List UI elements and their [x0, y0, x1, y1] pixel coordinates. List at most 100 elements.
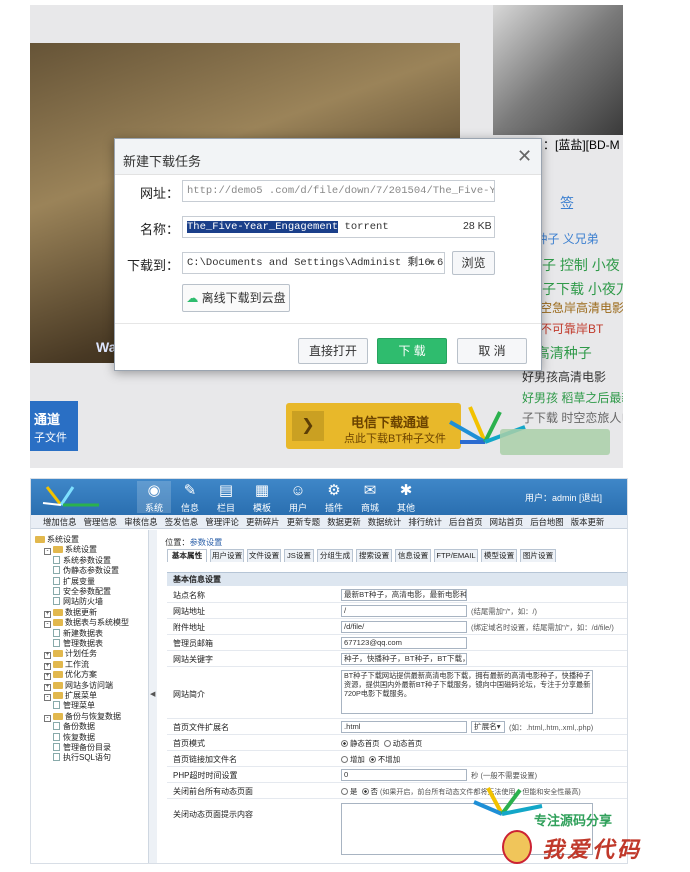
collapse-arrow-icon[interactable]: ◀ [150, 690, 155, 698]
quick-nav-item[interactable]: 审核信息 [124, 516, 158, 528]
quick-nav-item[interactable]: 管理评论 [205, 516, 239, 528]
static-index-radio[interactable] [341, 740, 348, 747]
sidebar-folder-item[interactable]: + 网站多访问端 [44, 680, 113, 691]
close-no-label: 否 [370, 787, 378, 796]
open-directly-button[interactable]: 直接打开 [298, 338, 368, 364]
sidebar-folder-item[interactable]: 系统设置 [35, 534, 79, 545]
dynamic-index-radio[interactable] [383, 740, 391, 747]
sidebar-folder-item[interactable]: - 数据表与系统模型 [44, 617, 129, 629]
add-filename-radio[interactable] [341, 756, 348, 763]
sidebar-folder-item[interactable]: + 数据更新 [44, 607, 97, 618]
nav-0-button[interactable]: ◉ 系统 [137, 481, 171, 513]
quick-nav-item[interactable]: 排行统计 [408, 516, 442, 528]
tab-4[interactable]: 分组生成 [317, 549, 353, 562]
static-index-label: 静态首页 [350, 739, 380, 748]
nav-5-button[interactable]: ⚙ 插件 [317, 481, 351, 513]
tab-1[interactable]: 用户设置 [210, 549, 244, 562]
close-yes-radio[interactable] [341, 788, 348, 795]
site-intro-textarea[interactable]: BT种子下载网站提供最新高清电影下载，拥有最新的高清电影种子，快播种子资源，提供… [341, 670, 593, 714]
sidebar-folder-item[interactable]: + 工作流 [44, 659, 89, 670]
offline-cloud-download-button[interactable]: ☁ 离线下载到云盘 [182, 284, 290, 312]
name-field[interactable]: The_Five-Year_Engagement torrent [182, 216, 495, 238]
tag-link[interactable]: 种子下载 小夜刀 [528, 279, 623, 299]
close-no-radio[interactable] [361, 788, 369, 795]
sidebar-leaf-item[interactable]: 网站防火墙 [53, 596, 103, 607]
php-timeout-input[interactable]: 0 [341, 769, 467, 781]
sidebar-leaf-item[interactable]: 恢复数据 [53, 732, 95, 743]
no-filename-radio[interactable] [368, 756, 376, 763]
tab-8[interactable]: 模型设置 [481, 549, 517, 562]
quick-nav-item[interactable]: 后台地图 [530, 516, 564, 528]
sidebar-item-label: 计划任务 [65, 649, 97, 659]
save-path-select[interactable]: C:\Documents and Settings\Administ 剩16.6… [182, 252, 445, 274]
document-icon [53, 597, 60, 606]
index-ext-select[interactable]: 扩展名▾ [471, 721, 505, 733]
sidebar-item-label: 扩展菜单 [65, 691, 97, 700]
sidebar-splitter[interactable]: ◀ [149, 530, 157, 863]
user-info[interactable]: 用户：admin [退出] [525, 491, 602, 504]
tab-2[interactable]: 文件设置 [247, 549, 281, 562]
sidebar-folder-item[interactable]: - 扩展菜单 [44, 690, 97, 701]
sidebar-item-label: 网站防火墙 [63, 597, 103, 607]
tab-6[interactable]: 信息设置 [395, 549, 431, 562]
tab-7[interactable]: FTP/EMAIL [434, 549, 478, 562]
download-button[interactable]: 下 载 [377, 338, 447, 364]
sidebar-folder-item[interactable]: + 计划任务 [44, 648, 97, 660]
nav-7-button[interactable]: ✱ 其他 [389, 481, 423, 513]
breadcrumb-link[interactable]: 参数设置 [190, 538, 223, 547]
quick-nav-item[interactable]: 后台首页 [449, 516, 483, 528]
collapse-icon[interactable]: - [44, 548, 51, 556]
document-icon [53, 555, 60, 564]
document-icon [53, 587, 60, 595]
sidebar-folder-item[interactable]: - 系统设置 [44, 544, 97, 556]
sidebar-leaf-item[interactable]: 系统参数设置 [53, 555, 111, 566]
quick-nav-item[interactable]: 增加信息 [43, 516, 77, 528]
download-channel-left[interactable]: 通道 子文件 [30, 401, 78, 451]
quick-nav-item[interactable]: 数据更新 [327, 516, 361, 528]
nav-1-button[interactable]: ✎ 信息 [173, 481, 207, 513]
nav-4-button[interactable]: ☺ 用户 [281, 481, 315, 513]
nav-2-button[interactable]: ▤ 栏目 [209, 481, 243, 513]
quick-nav-item[interactable]: 数据统计 [368, 516, 402, 528]
attach-url-input[interactable]: /d/file/ [341, 621, 467, 633]
nav-3-button[interactable]: ▦ 模板 [245, 481, 279, 513]
tab-3[interactable]: JS设置 [284, 549, 314, 562]
cancel-button[interactable]: 取 消 [457, 338, 527, 364]
index-ext-input[interactable]: .html [341, 721, 467, 733]
sidebar-leaf-item[interactable]: 管理数据表 [53, 638, 103, 649]
sidebar-leaf-item[interactable]: 安全参数配置 [53, 586, 111, 597]
browse-button[interactable]: 浏览 [452, 251, 495, 275]
quick-nav-item[interactable]: 版本更新 [571, 516, 605, 528]
url-field[interactable]: http://demo5 .com/d/file/down/7/201504/T… [182, 180, 495, 202]
sidebar-folder-item[interactable]: - 备份与恢复数据 [44, 711, 121, 722]
close-message-label: 关闭动态页面提示内容 [173, 810, 253, 819]
keywords-input[interactable]: 种子，快播种子，BT种子，BT下载，最 [341, 653, 467, 665]
tag-link[interactable]: 签 [560, 193, 574, 213]
sidebar-leaf-item[interactable]: 扩展变量 [53, 576, 95, 587]
sidebar-item-label: 工作流 [65, 659, 89, 669]
tag-link[interactable]: 时空急岸高清电影 [528, 299, 623, 316]
collapse-icon[interactable]: - [44, 694, 51, 701]
quick-nav-item[interactable]: 管理信息 [84, 516, 118, 528]
tab-0[interactable]: 基本属性 [167, 549, 207, 562]
sidebar-leaf-item[interactable]: 执行SQL语句 [53, 752, 111, 763]
quick-nav-item[interactable]: 更新碎片 [246, 516, 280, 528]
sidebar-leaf-item[interactable]: 新建数据表 [53, 628, 103, 639]
collapse-icon[interactable]: - [44, 621, 51, 629]
sidebar-leaf-item[interactable]: 管理备份目录 [53, 742, 111, 753]
sidebar-leaf-item[interactable]: 伪静态参数设置 [53, 565, 119, 576]
nav-6-button[interactable]: ✉ 商城 [353, 481, 387, 513]
sidebar-leaf-item[interactable]: 管理菜单 [53, 700, 95, 711]
tab-9[interactable]: 图片设置 [520, 549, 556, 562]
admin-email-input[interactable]: 677123@qq.com [341, 637, 467, 649]
collapse-icon[interactable]: - [44, 714, 51, 722]
quick-nav-item[interactable]: 更新专题 [287, 516, 321, 528]
sidebar-leaf-item[interactable]: 备份数据 [53, 721, 95, 732]
quick-nav-item[interactable]: 签发信息 [165, 516, 199, 528]
sidebar-folder-item[interactable]: + 优化方案 [44, 669, 97, 681]
tab-5[interactable]: 搜索设置 [356, 549, 392, 562]
site-url-input[interactable]: / [341, 605, 467, 617]
quick-nav-item[interactable]: 网站首页 [490, 516, 524, 528]
close-icon[interactable]: ✕ [517, 147, 532, 165]
site-name-input[interactable]: 最新BT种子，高清电影，最新电影种子 [341, 589, 467, 601]
